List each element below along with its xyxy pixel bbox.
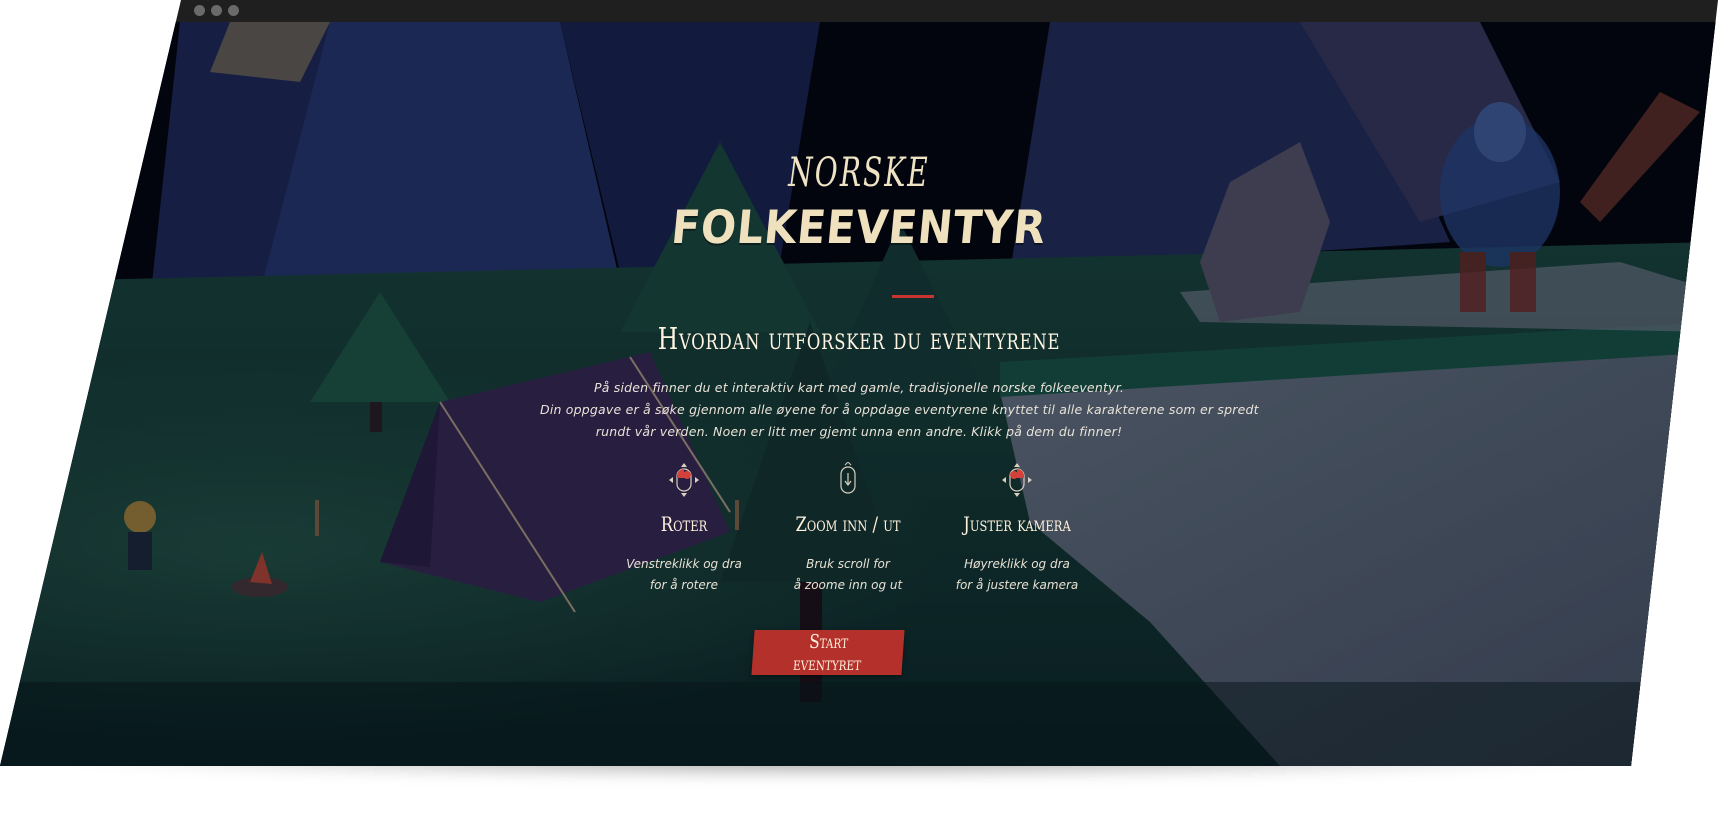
close-window-dot[interactable] [194, 5, 205, 16]
control-camera: Juster kamera Høyreklikk og dra for å ju… [927, 462, 1107, 596]
control-zoom: Zoom inn / ut Bruk scroll for å zoome in… [758, 462, 938, 596]
control-label: Juster kamera [963, 512, 1071, 536]
instructions-heading: Hvordan utforsker du eventyrene [657, 322, 1061, 357]
minimize-window-dot[interactable] [211, 5, 222, 16]
control-label: Zoom inn / ut [795, 512, 901, 536]
mouse-right-drag-icon [1002, 463, 1032, 497]
maximize-window-dot[interactable] [228, 5, 239, 16]
control-description: Venstreklikk og dra for å rotere [626, 557, 742, 592]
intro-panel: NORSKE FOLKEEVENTYR Hvordan utforsker du… [0, 22, 1718, 766]
browser-window: NORSKE FOLKEEVENTYR Hvordan utforsker du… [0, 0, 1718, 766]
control-description: Bruk scroll for å zoome inn og ut [793, 557, 903, 592]
control-description: Høyreklikk og dra for å justere kamera [955, 557, 1079, 592]
instructions-paragraph: På siden finner du et interaktiv kart me… [540, 377, 1259, 443]
title-norske: NORSKE [788, 150, 930, 196]
mouse-scroll-icon [840, 462, 856, 494]
paragraph-line: rundt vår verden. Noen er litt mer gjemt… [595, 424, 1123, 439]
control-rotate: Roter Venstreklikk og dra for å rotere [594, 462, 774, 596]
title-folkeeventyr: FOLKEEVENTYR [669, 200, 1049, 254]
accent-divider [892, 295, 934, 298]
paragraph-line: På siden finner du et interaktiv kart me… [593, 380, 1125, 395]
control-label: Roter [660, 512, 708, 536]
paragraph-line: Din oppgave er å søke gjennom alle øyene… [540, 402, 1259, 417]
start-adventure-button[interactable]: Start eventyret [751, 630, 905, 675]
mouse-left-drag-icon [669, 463, 699, 497]
start-button-label: Start eventyret [792, 631, 862, 675]
window-titlebar [0, 0, 1718, 22]
